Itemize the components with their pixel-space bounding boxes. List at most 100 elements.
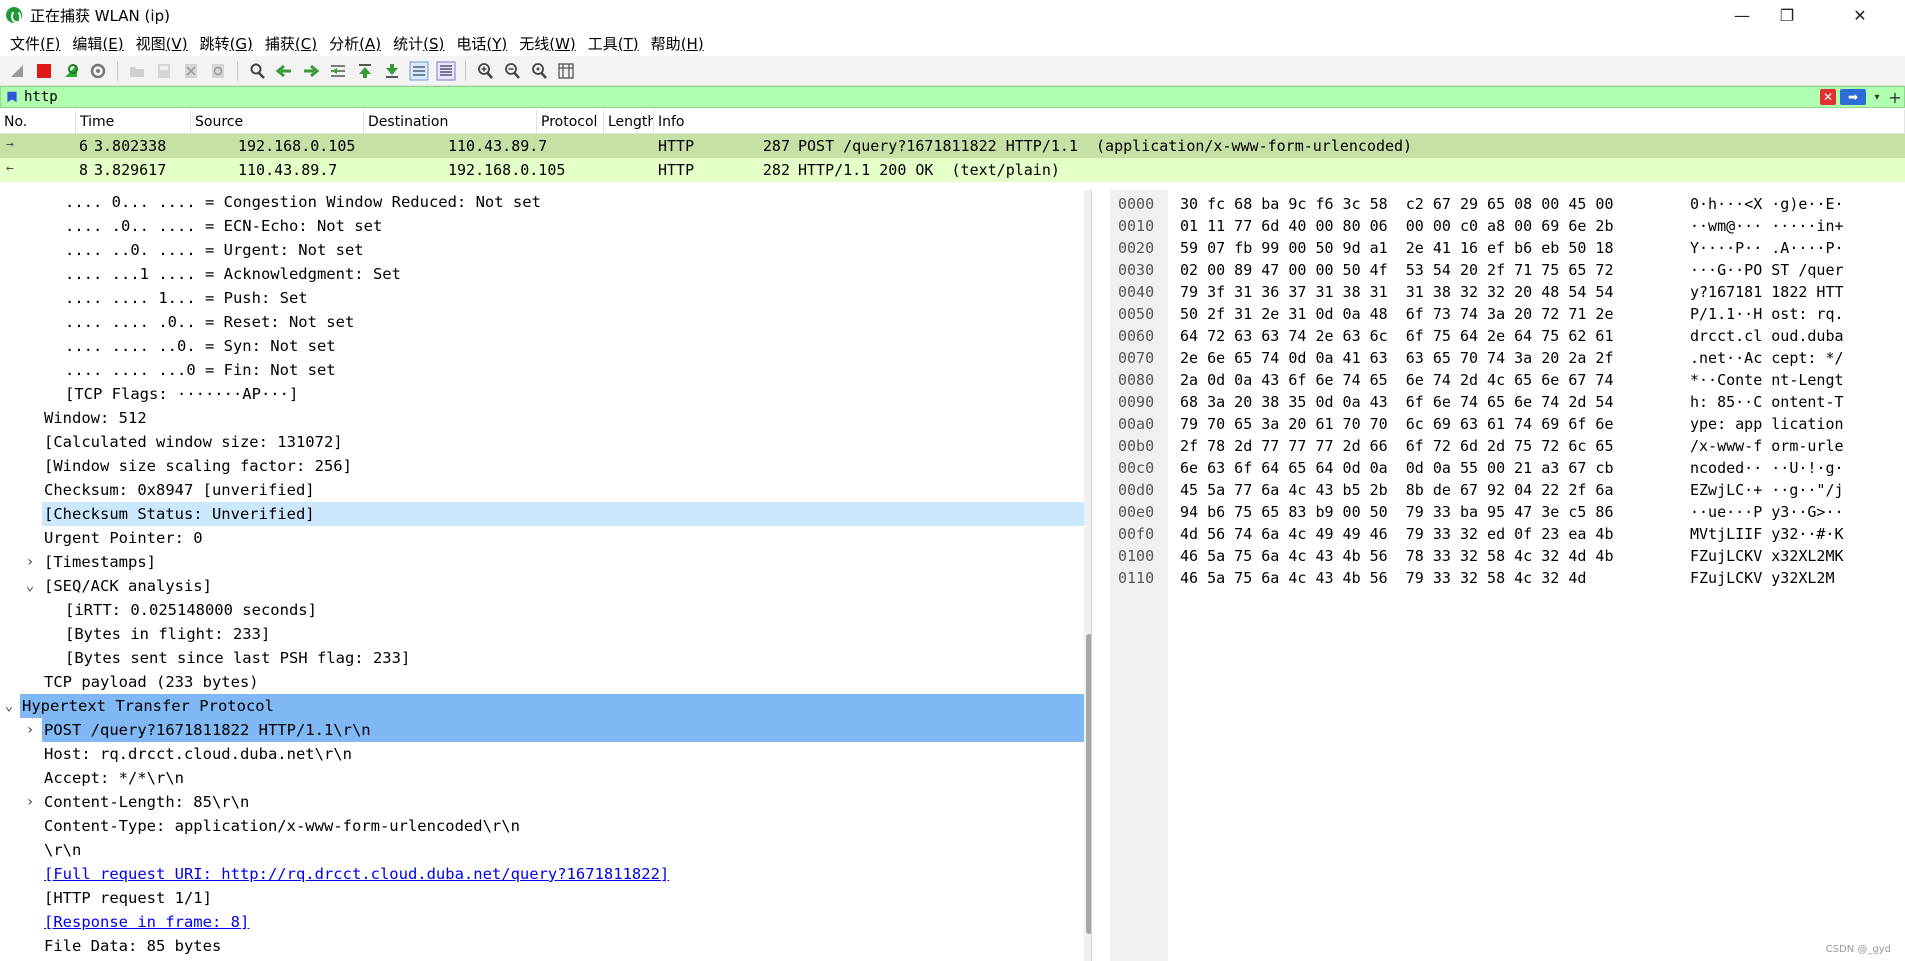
bytes-ascii[interactable]: MVtjLIIF y32··#·K: [1690, 523, 1890, 545]
bytes-ascii[interactable]: FZujLCKV y32XL2M: [1690, 567, 1890, 589]
detail-tree-item[interactable]: .... .... .0.. = Reset: Not set: [0, 310, 1091, 334]
reload-icon[interactable]: [207, 60, 229, 82]
detail-tree-item[interactable]: ⌄ Hypertext Transfer Protocol: [5, 694, 1090, 718]
bytes-hex[interactable]: 79 3f 31 36 37 31 38 31 31 38 32 32 20 4…: [1180, 281, 1650, 303]
detail-tree-item[interactable]: › [Timestamps]: [0, 550, 1091, 574]
shark-fin-start-icon[interactable]: [6, 60, 28, 82]
restart-icon[interactable]: [60, 60, 82, 82]
clear-filter-button[interactable]: ✕: [1820, 89, 1836, 105]
bytes-ascii[interactable]: ncoded·· ··U·!·g·: [1690, 457, 1890, 479]
bytes-ascii[interactable]: y?167181 1822 HTT: [1690, 281, 1890, 303]
bytes-hex[interactable]: 50 2f 31 2e 31 0d 0a 48 6f 73 74 3a 20 7…: [1180, 303, 1650, 325]
packet-row[interactable]: ← 8 3.829617 110.43.89.7 192.168.0.105 HTTP 28…: [0, 158, 1905, 182]
expand-arrow-icon[interactable]: ›: [23, 718, 37, 742]
detail-tree-item[interactable]: .... .0.. .... = ECN-Echo: Not set: [0, 214, 1091, 238]
zoom-in-icon[interactable]: [474, 60, 496, 82]
capture-options-icon[interactable]: [87, 60, 109, 82]
detail-tree-item[interactable]: .... .... ...0 = Fin: Not set: [0, 358, 1091, 382]
menu-item-8[interactable]: 无线(W): [513, 33, 582, 54]
bytes-ascii[interactable]: *··Conte nt-Lengt: [1690, 369, 1890, 391]
close-file-icon[interactable]: [180, 60, 202, 82]
detail-tree-item[interactable]: \r\n: [0, 838, 1091, 862]
bytes-ascii[interactable]: P/1.1··H ost: rq.: [1690, 303, 1890, 325]
bytes-hex[interactable]: 45 5a 77 6a 4c 43 b5 2b 8b de 67 92 04 2…: [1180, 479, 1650, 501]
menu-item-10[interactable]: 帮助(H): [645, 33, 710, 54]
bytes-hex[interactable]: 02 00 89 47 00 00 50 4f 53 54 20 2f 71 7…: [1180, 259, 1650, 281]
detail-tree-item[interactable]: [Bytes sent since last PSH flag: 233]: [0, 646, 1091, 670]
go-forward-icon[interactable]: [300, 60, 322, 82]
detail-tree-item[interactable]: .... .... ..0. = Syn: Not set: [0, 334, 1091, 358]
bytes-hex[interactable]: 79 70 65 3a 20 61 70 70 6c 69 63 61 74 6…: [1180, 413, 1650, 435]
minimize-button[interactable]: —: [1719, 0, 1765, 30]
filter-history-dropdown[interactable]: ▾: [1870, 89, 1884, 105]
detail-tree-item[interactable]: .... ...1 .... = Acknowledgment: Set: [0, 262, 1091, 286]
stop-icon[interactable]: [33, 60, 55, 82]
detail-tree-item[interactable]: [Full request URI: http://rq.drcct.cloud…: [0, 862, 1091, 886]
bytes-hex[interactable]: 4d 56 74 6a 4c 49 49 46 79 33 32 ed 0f 2…: [1180, 523, 1650, 545]
menu-item-2[interactable]: 视图(V): [130, 33, 194, 54]
detail-tree-item[interactable]: [HTTP request 1/1]: [0, 886, 1091, 910]
bytes-ascii[interactable]: drcct.cl oud.duba: [1690, 325, 1890, 347]
menu-item-3[interactable]: 跳转(G): [194, 33, 259, 54]
maximize-button[interactable]: ❐: [1764, 0, 1810, 30]
column-header-6[interactable]: Info: [654, 109, 1905, 134]
collapse-arrow-icon[interactable]: ⌄: [2, 694, 16, 718]
close-window-button[interactable]: ✕: [1837, 0, 1883, 30]
menu-item-0[interactable]: 文件(F): [4, 33, 66, 54]
bytes-hex[interactable]: 68 3a 20 38 35 0d 0a 43 6f 6e 74 65 6e 7…: [1180, 391, 1650, 413]
menu-item-1[interactable]: 编辑(E): [66, 33, 129, 54]
packet-row[interactable]: → 6 3.802338 192.168.0.105 110.43.89.7 HTTP 28…: [0, 134, 1905, 158]
bytes-ascii[interactable]: ··wm@··· ·····in+: [1690, 215, 1890, 237]
resize-columns-icon[interactable]: [555, 60, 577, 82]
bytes-hex[interactable]: 94 b6 75 65 83 b9 00 50 79 33 ba 95 47 3…: [1180, 501, 1650, 523]
colorize-icon[interactable]: [435, 60, 457, 82]
bytes-ascii[interactable]: 0·h···<X ·g)e··E·: [1690, 193, 1890, 215]
detail-tree-item[interactable]: [Window size scaling factor: 256]: [0, 454, 1091, 478]
details-scrollbar-thumb[interactable]: [1086, 634, 1091, 934]
menu-item-6[interactable]: 统计(S): [387, 33, 450, 54]
apply-filter-button[interactable]: ➡: [1840, 89, 1866, 105]
expand-arrow-icon[interactable]: ›: [23, 790, 37, 814]
menu-item-5[interactable]: 分析(A): [323, 33, 387, 54]
autoscroll-icon[interactable]: [408, 60, 430, 82]
go-back-icon[interactable]: [273, 60, 295, 82]
bytes-hex[interactable]: 64 72 63 63 74 2e 63 6c 6f 75 64 2e 64 7…: [1180, 325, 1650, 347]
detail-tree-item[interactable]: Urgent Pointer: 0: [0, 526, 1091, 550]
bytes-ascii[interactable]: EZwjLC·+ ··g··"/j: [1690, 479, 1890, 501]
detail-tree-item[interactable]: Host: rq.drcct.cloud.duba.net\r\n: [0, 742, 1091, 766]
detail-tree-item[interactable]: › Content-Length: 85\r\n: [0, 790, 1091, 814]
bytes-hex[interactable]: 2e 6e 65 74 0d 0a 41 63 63 65 70 74 3a 2…: [1180, 347, 1650, 369]
detail-tree-item[interactable]: [iRTT: 0.025148000 seconds]: [0, 598, 1091, 622]
filter-bookmark-icon[interactable]: [7, 91, 17, 103]
detail-tree-item[interactable]: Accept: */*\r\n: [0, 766, 1091, 790]
detail-tree-item[interactable]: .... .... 1... = Push: Set: [0, 286, 1091, 310]
zoom-reset-icon[interactable]: [528, 60, 550, 82]
detail-tree-item[interactable]: [TCP Flags: ·······AP···]: [0, 382, 1091, 406]
bytes-hex[interactable]: 46 5a 75 6a 4c 43 4b 56 79 33 32 58 4c 3…: [1180, 567, 1650, 589]
bytes-ascii[interactable]: FZujLCKV x32XL2MK: [1690, 545, 1890, 567]
bytes-ascii[interactable]: /x-www-f orm-urle: [1690, 435, 1890, 457]
detail-tree-item[interactable]: › POST /query?1671811822 HTTP/1.1\r\n: [26, 718, 1090, 742]
bytes-hex[interactable]: 2a 0d 0a 43 6f 6e 74 65 6e 74 2d 4c 65 6…: [1180, 369, 1650, 391]
add-filter-button[interactable]: +: [1886, 88, 1904, 107]
bytes-ascii[interactable]: .net··Ac cept: */: [1690, 347, 1890, 369]
bytes-hex[interactable]: 01 11 77 6d 40 00 80 06 00 00 c0 a8 00 6…: [1180, 215, 1650, 237]
detail-tree-item[interactable]: Content-Type: application/x-www-form-url…: [0, 814, 1091, 838]
detail-tree-item[interactable]: [Response in frame: 8]: [0, 910, 1091, 934]
bytes-ascii[interactable]: ··ue···P y3··G>··: [1690, 501, 1890, 523]
open-file-icon[interactable]: [126, 60, 148, 82]
go-to-packet-icon[interactable]: [327, 60, 349, 82]
detail-tree-item[interactable]: [Checksum Status: Unverified]: [42, 502, 1090, 526]
bytes-ascii[interactable]: ype: app lication: [1690, 413, 1890, 435]
bytes-ascii[interactable]: h: 85··C ontent-T: [1690, 391, 1890, 413]
bytes-hex[interactable]: 46 5a 75 6a 4c 43 4b 56 78 33 32 58 4c 3…: [1180, 545, 1650, 567]
menu-item-7[interactable]: 电话(Y): [450, 33, 513, 54]
column-header-3[interactable]: Destination: [364, 109, 537, 134]
go-first-icon[interactable]: [354, 60, 376, 82]
find-icon[interactable]: [246, 60, 268, 82]
display-filter-input[interactable]: [20, 87, 1820, 107]
detail-tree-item[interactable]: File Data: 85 bytes: [0, 934, 1091, 958]
detail-tree-item[interactable]: TCP payload (233 bytes): [0, 670, 1091, 694]
menu-item-9[interactable]: 工具(T): [582, 33, 645, 54]
column-header-0[interactable]: No.: [0, 109, 76, 134]
